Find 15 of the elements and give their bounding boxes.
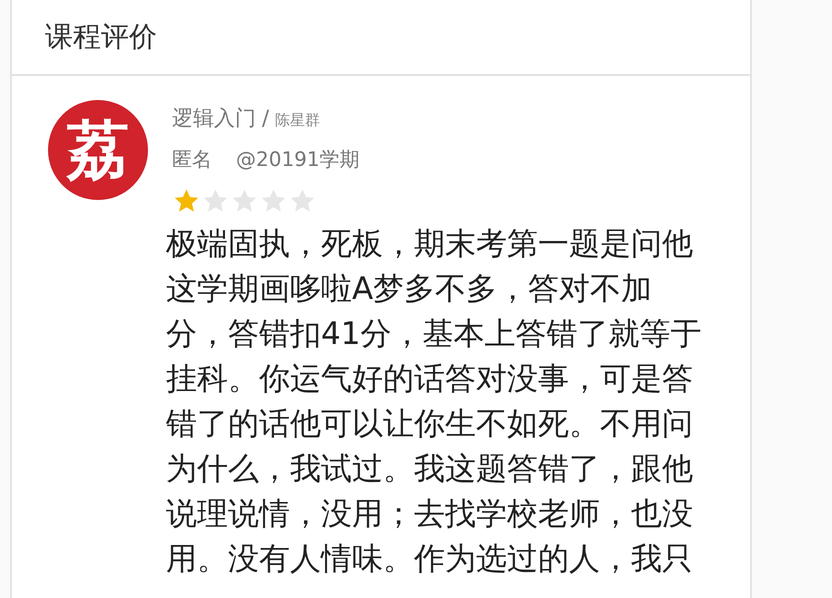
- separator: /: [262, 106, 270, 130]
- avatar: 荔: [48, 100, 148, 200]
- review-text-line: 挂科。你运气好的话答对没事，可是答: [166, 360, 694, 399]
- teacher-name: 陈星群: [275, 111, 320, 130]
- review-text-line: 说理说情，没用；去找学校老师，也没: [166, 495, 694, 534]
- review-text-line: 这学期画哆啦A梦多不多，答对不加: [166, 270, 654, 309]
- course-name: 逻辑入门: [172, 105, 256, 132]
- review-text-line: 极端固执，死板，期末考第一题是问他: [166, 225, 694, 264]
- section-title: 课程评价: [45, 19, 157, 55]
- review-text-line: 为什么，我试过。我这题答错了，跟他: [166, 450, 694, 489]
- term-label: @20191学期: [236, 146, 360, 173]
- review-text-line: 分，答错扣41分，基本上答错了就等于: [166, 315, 702, 354]
- review-text-line: 错了的话他可以让你生不如死。不用问: [166, 405, 694, 444]
- author-name: 匿名: [172, 146, 212, 173]
- review-text-line: 用。没有人情味。作为选过的人，我只: [166, 540, 694, 579]
